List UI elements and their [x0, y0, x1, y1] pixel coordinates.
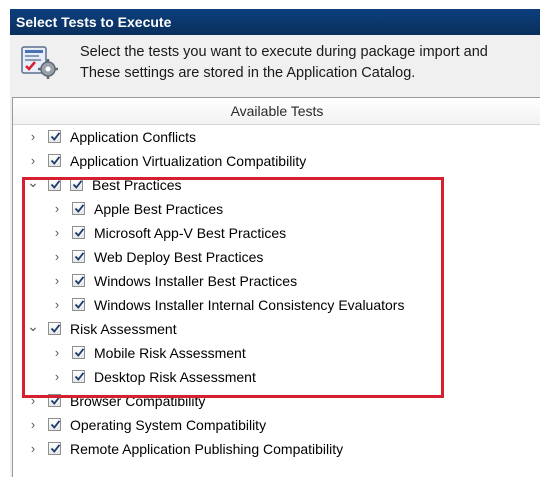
checkbox[interactable] [48, 178, 61, 191]
chevron-right-icon[interactable]: › [50, 269, 64, 293]
tree-item-label: Best Practices [92, 177, 182, 193]
checkbox[interactable] [48, 154, 61, 167]
dialog-header: Select the tests you want to execute dur… [12, 40, 540, 92]
chevron-down-icon[interactable]: ⌄ [26, 317, 40, 341]
tree-row[interactable]: › Desktop Risk Assessment [13, 365, 540, 389]
checkmark-icon [74, 348, 85, 357]
checkbox[interactable] [48, 130, 61, 143]
tree-item-label: Operating System Compatibility [70, 417, 267, 433]
description-line-1: Select the tests you want to execute dur… [80, 44, 488, 60]
tree-row[interactable]: › Mobile Risk Assessment [13, 341, 540, 365]
description-line-2: These settings are stored in the Applica… [80, 65, 416, 81]
checkmark-icon [74, 204, 85, 213]
tree-row[interactable]: ⌄ Best Practices [13, 173, 540, 197]
tree-item-label: Web Deploy Best Practices [94, 249, 264, 265]
chevron-right-icon[interactable]: › [50, 197, 64, 221]
checkmark-icon [50, 324, 61, 333]
tree-item-label: Application Virtualization Compatibility [70, 153, 307, 169]
tree-row[interactable]: › Windows Installer Best Practices [13, 269, 540, 293]
chevron-right-icon[interactable]: › [50, 245, 64, 269]
checkmark-icon [50, 156, 61, 165]
chevron-right-icon[interactable]: › [26, 149, 40, 173]
chevron-down-icon[interactable]: ⌄ [26, 173, 40, 197]
checkmark-icon [50, 444, 61, 453]
checkbox[interactable] [70, 178, 83, 191]
checkbox[interactable] [48, 442, 61, 455]
checkbox[interactable] [72, 202, 85, 215]
checkbox[interactable] [72, 346, 85, 359]
test-settings-icon [20, 44, 58, 80]
checkmark-icon [74, 228, 85, 237]
chevron-right-icon[interactable]: › [50, 341, 64, 365]
chevron-right-icon[interactable]: › [26, 437, 40, 461]
checkmark-icon [50, 180, 61, 189]
tree-item-label: Desktop Risk Assessment [94, 369, 256, 385]
checkbox[interactable] [48, 394, 61, 407]
chevron-right-icon[interactable]: › [26, 413, 40, 437]
tree-item-label: Microsoft App-V Best Practices [94, 225, 287, 241]
checkbox[interactable] [72, 226, 85, 239]
checkmark-icon [74, 300, 85, 309]
tree-item-label: Remote Application Publishing Compatibil… [70, 441, 344, 457]
chevron-right-icon[interactable]: › [50, 365, 64, 389]
chevron-right-icon[interactable]: › [26, 125, 40, 149]
checkbox[interactable] [48, 322, 61, 335]
dialog: Select Tests to Execute Select the tests… [0, 0, 540, 477]
checkmark-icon [72, 180, 83, 189]
column-header-available-tests[interactable]: Available Tests [13, 98, 540, 125]
checkmark-icon [74, 252, 85, 261]
tree-row[interactable]: › Application Virtualization Compatibilit… [13, 149, 540, 173]
tests-tree[interactable]: Available Tests › Application Conflicts › A… [12, 97, 540, 477]
tree-item-label: Mobile Risk Assessment [94, 345, 246, 361]
checkmark-icon [50, 396, 61, 405]
dialog-title: Select Tests to Execute [10, 9, 540, 35]
tree-row[interactable]: › Application Conflicts [13, 125, 540, 149]
checkbox[interactable] [72, 370, 85, 383]
checkbox[interactable] [72, 298, 85, 311]
chevron-right-icon[interactable]: › [50, 293, 64, 317]
tree-item-label: Risk Assessment [70, 321, 177, 337]
tree-item-label: Windows Installer Best Practices [94, 273, 298, 289]
tree-row[interactable]: › Microsoft App-V Best Practices [13, 221, 540, 245]
tree-item-label: Application Conflicts [70, 129, 197, 145]
tree-row[interactable]: › Web Deploy Best Practices [13, 245, 540, 269]
chevron-right-icon[interactable]: › [50, 221, 64, 245]
checkmark-icon [74, 372, 85, 381]
tree-row[interactable]: › Remote Application Publishing Compatibi… [13, 437, 540, 461]
dialog-description: Select the tests you want to execute dur… [80, 42, 540, 84]
checkmark-icon [50, 420, 61, 429]
checkbox[interactable] [72, 250, 85, 263]
checkbox[interactable] [72, 274, 85, 287]
tree-item-label: Windows Installer Internal Consistency E… [94, 297, 405, 313]
checkmark-icon [74, 276, 85, 285]
checkbox[interactable] [48, 418, 61, 431]
tree-item-label: Browser Compatibility [70, 393, 206, 409]
checkmark-icon [50, 132, 61, 141]
tree-row[interactable]: › Browser Compatibility [13, 389, 540, 413]
tree-row[interactable]: › Apple Best Practices [13, 197, 540, 221]
tree-item-label: Apple Best Practices [94, 201, 224, 217]
tree-row[interactable]: ⌄ Risk Assessment [13, 317, 540, 341]
tree-row[interactable]: › Windows Installer Internal Consistency … [13, 293, 540, 317]
tree-row[interactable]: › Operating System Compatibility [13, 413, 540, 437]
chevron-right-icon[interactable]: › [26, 389, 40, 413]
